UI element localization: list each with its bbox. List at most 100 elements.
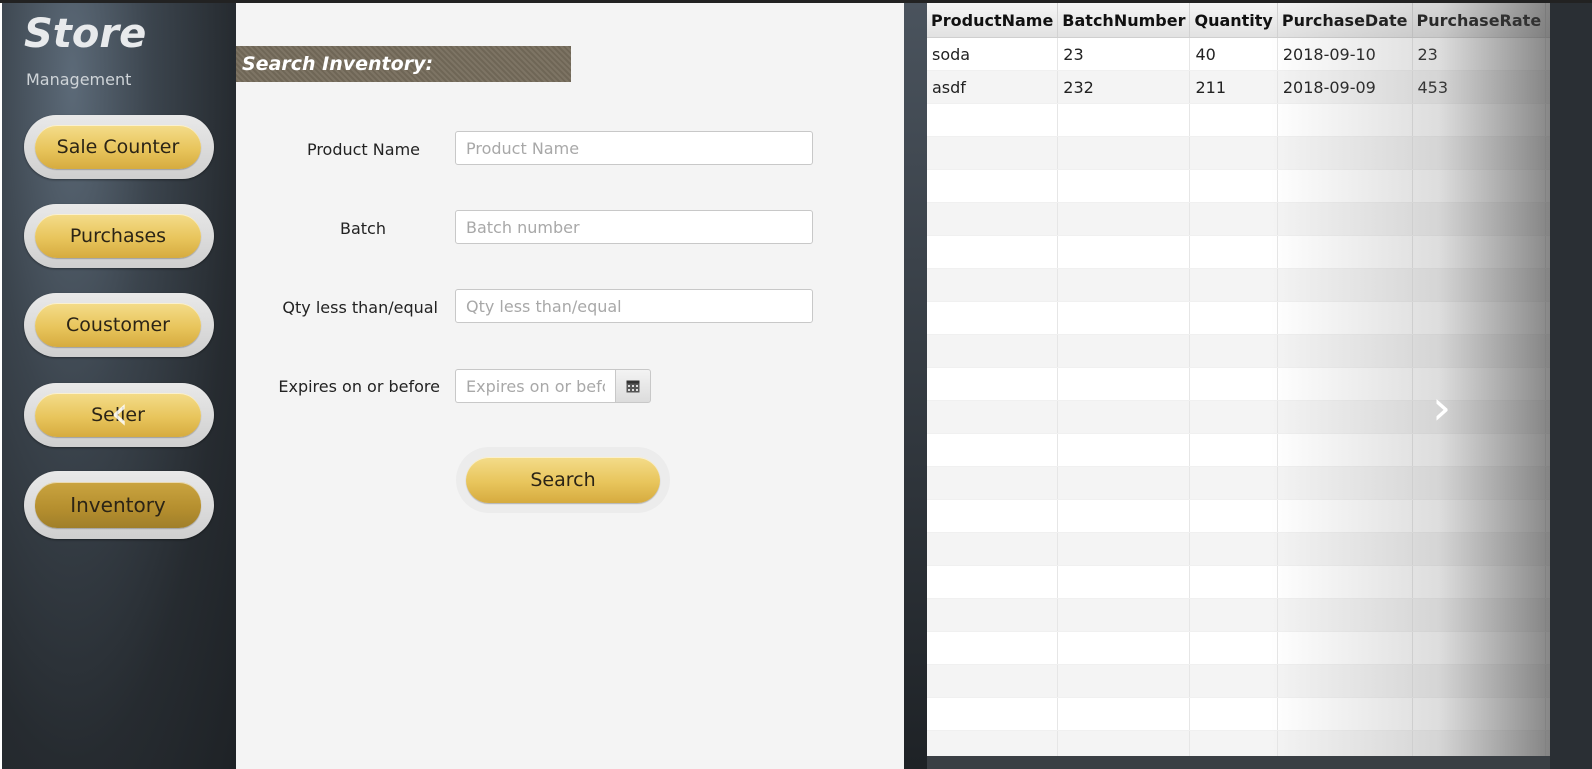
table-cell xyxy=(1277,664,1413,698)
table-cell xyxy=(1189,103,1278,137)
table-cell xyxy=(1277,400,1413,434)
table-cell xyxy=(1277,532,1413,566)
brand-title: Store xyxy=(24,11,147,57)
table-cell xyxy=(1189,235,1278,269)
table-cell xyxy=(1057,697,1191,731)
table-row[interactable]: asdf 232 211 2018-09-09 453 34 xyxy=(927,70,1550,104)
search-panel: Search Inventory: Product Name Batch Qty… xyxy=(236,3,904,769)
chevron-left-icon[interactable]: ‹ xyxy=(110,389,150,437)
table-cell xyxy=(1057,631,1191,665)
table-cell: 453 xyxy=(1412,70,1547,104)
product-name-input[interactable] xyxy=(455,131,813,165)
table-cell xyxy=(927,730,1059,756)
search-button[interactable]: Search xyxy=(466,457,660,503)
table-row-empty xyxy=(927,532,1550,566)
table-cell xyxy=(1412,433,1547,467)
table-cell: 23 xyxy=(1412,37,1547,71)
chevron-right-icon[interactable]: › xyxy=(1432,384,1472,432)
table-cell xyxy=(1057,136,1191,170)
table-cell xyxy=(927,103,1059,137)
table-cell xyxy=(1412,103,1547,137)
table-cell xyxy=(1189,202,1278,236)
expires-label: Expires on or before xyxy=(278,377,440,396)
column-header-purchaserate[interactable]: PurchaseRate xyxy=(1412,3,1547,38)
table-row-empty xyxy=(927,103,1550,137)
sidebar: Store Management Sale Counter Purchases … xyxy=(2,3,236,769)
table-cell xyxy=(1057,202,1191,236)
table-cell xyxy=(1277,433,1413,467)
table-cell xyxy=(1189,169,1278,203)
table-cell: 211 xyxy=(1189,70,1278,104)
sidebar-item-inventory[interactable]: Inventory xyxy=(24,471,214,539)
search-button-frame: Search xyxy=(456,447,670,513)
qty-label: Qty less than/equal xyxy=(282,298,438,317)
table-cell xyxy=(1277,367,1413,401)
table-cell xyxy=(927,565,1059,599)
table-cell xyxy=(1057,664,1191,698)
qty-input[interactable] xyxy=(455,289,813,323)
column-header-purchasedate[interactable]: PurchaseDate xyxy=(1277,3,1413,38)
table-cell xyxy=(1057,466,1191,500)
table-cell xyxy=(1189,697,1278,731)
sidebar-item-label: Sale Counter xyxy=(35,125,201,169)
table-cell xyxy=(1057,400,1191,434)
table-cell xyxy=(1057,565,1191,599)
table-cell xyxy=(1412,202,1547,236)
expires-date-input[interactable] xyxy=(455,369,615,403)
table-cell xyxy=(1057,334,1191,368)
column-header-productname[interactable]: ProductName xyxy=(927,3,1059,38)
sidebar-item-purchases[interactable]: Purchases xyxy=(24,204,214,268)
table-row-empty xyxy=(927,664,1550,698)
table-cell xyxy=(1057,499,1191,533)
table-cell xyxy=(1412,301,1547,335)
table-cell xyxy=(1057,169,1191,203)
section-title: Search Inventory: xyxy=(236,46,571,82)
table-row-empty xyxy=(927,466,1550,500)
table-cell xyxy=(1277,334,1413,368)
table-cell xyxy=(1412,730,1547,756)
table-cell xyxy=(1277,268,1413,302)
table-row-empty xyxy=(927,598,1550,632)
table-cell xyxy=(1412,268,1547,302)
batch-label: Batch xyxy=(340,219,386,238)
table-cell xyxy=(1412,169,1547,203)
table-cell xyxy=(927,466,1059,500)
table-cell xyxy=(1057,367,1191,401)
table-cell xyxy=(1189,136,1278,170)
table-cell xyxy=(1057,103,1191,137)
table-row-empty xyxy=(927,235,1550,269)
column-header-quantity[interactable]: Quantity xyxy=(1189,3,1278,38)
inventory-table[interactable]: ProductName BatchNumber Quantity Purchas… xyxy=(927,3,1550,756)
table-row[interactable]: soda 23 40 2018-09-10 23 25 xyxy=(927,37,1550,71)
horizontal-scrollbar[interactable] xyxy=(927,756,1550,769)
table-cell xyxy=(1057,598,1191,632)
table-cell xyxy=(1189,301,1278,335)
table-cell xyxy=(1189,433,1278,467)
sidebar-item-sale-counter[interactable]: Sale Counter xyxy=(24,115,214,179)
table-cell xyxy=(1412,334,1547,368)
table-cell xyxy=(1412,532,1547,566)
sidebar-item-label: Coustomer xyxy=(35,303,201,347)
table-cell xyxy=(1277,631,1413,665)
table-cell xyxy=(1277,169,1413,203)
table-cell xyxy=(927,598,1059,632)
table-cell xyxy=(1412,631,1547,665)
table-cell xyxy=(927,631,1059,665)
table-cell xyxy=(1412,697,1547,731)
table-cell xyxy=(927,499,1059,533)
table-row-empty xyxy=(927,268,1550,302)
table-cell xyxy=(1189,598,1278,632)
table-cell xyxy=(1277,499,1413,533)
column-header-batchnumber[interactable]: BatchNumber xyxy=(1057,3,1191,38)
table-cell xyxy=(1057,235,1191,269)
sidebar-item-coustomer[interactable]: Coustomer xyxy=(24,293,214,357)
sidebar-item-label: Purchases xyxy=(35,214,201,258)
table-cell: 40 xyxy=(1189,37,1278,71)
table-cell xyxy=(1412,664,1547,698)
table-cell xyxy=(1277,466,1413,500)
table-cell xyxy=(927,433,1059,467)
table-row-empty xyxy=(927,631,1550,665)
table-row-empty xyxy=(927,433,1550,467)
batch-input[interactable] xyxy=(455,210,813,244)
calendar-button[interactable] xyxy=(615,369,651,403)
